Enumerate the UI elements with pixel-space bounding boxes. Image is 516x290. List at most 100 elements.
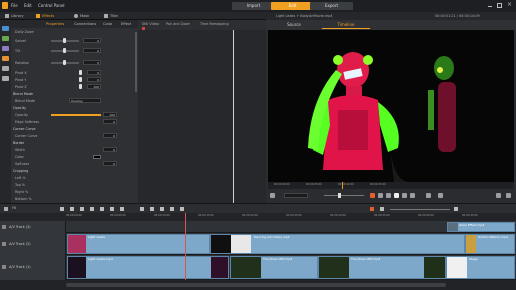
mosaic-icon[interactable] bbox=[160, 207, 164, 211]
subtab-connections[interactable]: Connections bbox=[74, 22, 96, 26]
lock-icon[interactable] bbox=[2, 225, 6, 229]
timeline-zoom-slider[interactable] bbox=[390, 209, 450, 210]
rotation-slider-knob[interactable] bbox=[63, 60, 66, 65]
loop-icon[interactable] bbox=[426, 193, 431, 198]
rotation-value[interactable]: 0 bbox=[83, 60, 101, 65]
redo-icon[interactable] bbox=[70, 207, 74, 211]
tab-title[interactable]: Title bbox=[110, 12, 118, 20]
keyframe-playhead[interactable] bbox=[233, 30, 234, 213]
softness-value[interactable]: 0 bbox=[103, 161, 117, 166]
pivot-y-value[interactable]: 0 bbox=[87, 77, 101, 82]
tilt-value[interactable]: 0 bbox=[83, 48, 101, 53]
tab-effects[interactable]: Effects bbox=[42, 12, 54, 20]
section-corner-curve[interactable]: Corner Curve bbox=[13, 126, 36, 132]
clip[interactable]: Golden Ribbon.mp4 bbox=[465, 234, 515, 254]
pivot-x-value[interactable]: 0 bbox=[87, 70, 101, 75]
clip[interactable]: Glare Effect.mp4 bbox=[447, 222, 515, 232]
zoom-dropdown[interactable] bbox=[284, 193, 308, 198]
next-frame-icon[interactable] bbox=[410, 193, 415, 198]
pan-zoom-label[interactable]: Pan and Zoom bbox=[166, 22, 190, 26]
color-tool-icon[interactable] bbox=[2, 36, 9, 41]
text-tool-icon[interactable] bbox=[2, 66, 9, 71]
subtab-properties[interactable]: Properties bbox=[46, 22, 64, 26]
crop-icon[interactable] bbox=[150, 207, 154, 211]
section-cropping[interactable]: Cropping bbox=[13, 168, 28, 174]
mark-in-icon[interactable] bbox=[370, 193, 375, 198]
maximize-icon[interactable] bbox=[497, 3, 502, 8]
swivel-slider-knob[interactable] bbox=[63, 38, 66, 43]
zoom-out-icon[interactable] bbox=[380, 207, 384, 211]
scrub-knob[interactable] bbox=[338, 193, 341, 198]
tab-source[interactable]: Source bbox=[270, 21, 318, 29]
timeline-menu-icon[interactable] bbox=[4, 207, 8, 211]
clip[interactable]: Stage bbox=[446, 256, 515, 279]
timeline-playhead[interactable] bbox=[185, 213, 186, 285]
freeze-icon[interactable] bbox=[170, 207, 174, 211]
forward-icon[interactable] bbox=[402, 193, 407, 198]
snapshot-icon[interactable] bbox=[140, 207, 144, 211]
swivel-value[interactable]: 0 bbox=[83, 38, 101, 43]
video-preview[interactable] bbox=[268, 30, 514, 182]
preview-playhead[interactable] bbox=[342, 182, 343, 189]
timeline-scrollbar[interactable] bbox=[0, 280, 516, 290]
clip[interactable]: Light Leaks bbox=[67, 234, 210, 254]
subtab-effect[interactable]: Effect bbox=[121, 22, 131, 26]
scrub-slider[interactable] bbox=[324, 195, 364, 196]
cut-icon[interactable] bbox=[80, 207, 84, 211]
properties-scrollbar[interactable] bbox=[135, 32, 137, 92]
close-icon[interactable]: × bbox=[507, 2, 512, 8]
fit-icon[interactable] bbox=[270, 193, 275, 198]
border-color-swatch[interactable] bbox=[93, 155, 101, 159]
opacity-slider[interactable] bbox=[51, 114, 101, 116]
edge-softness-value[interactable]: 0 bbox=[103, 119, 117, 124]
lock-icon[interactable] bbox=[2, 265, 6, 269]
border-width-value[interactable]: 0 bbox=[103, 147, 117, 152]
tab-library[interactable]: Library bbox=[11, 12, 24, 20]
speed-icon[interactable] bbox=[120, 207, 124, 211]
record-icon[interactable] bbox=[370, 207, 374, 211]
preview-ruler[interactable]: 00:00:00:00 00:00:05:00 00:00:10:00 00:0… bbox=[268, 182, 514, 189]
opacity-value[interactable]: 100 bbox=[103, 112, 117, 117]
keyframe-marker-icon[interactable] bbox=[142, 27, 145, 30]
menu-file[interactable]: File bbox=[11, 3, 18, 8]
clip[interactable]: Dancing Girl Video.mp4 bbox=[210, 234, 465, 254]
section-border[interactable]: Border bbox=[13, 140, 24, 146]
clip[interactable]: Light Leaks.mp4 bbox=[67, 256, 229, 279]
time-remap-label[interactable]: Time Remapping bbox=[200, 22, 229, 26]
section-blend-mode[interactable]: Blend Mode bbox=[13, 91, 33, 97]
volume-icon[interactable] bbox=[438, 193, 443, 198]
section-opacity[interactable]: Opacity bbox=[13, 105, 26, 111]
timeline-scroll-thumb[interactable] bbox=[66, 283, 446, 287]
blend-mode-select[interactable]: Overlay bbox=[69, 98, 101, 103]
corner-curve-value[interactable]: 0 bbox=[103, 133, 117, 138]
export-button[interactable]: Export bbox=[310, 2, 353, 10]
rewind-icon[interactable] bbox=[386, 193, 391, 198]
text-icon[interactable] bbox=[110, 207, 114, 211]
pen-tool-icon[interactable] bbox=[2, 76, 9, 81]
undo-icon[interactable] bbox=[60, 207, 64, 211]
timeline-ruler[interactable]: 00:00:00:00 00:00:05:00 00:00:10:00 00:0… bbox=[0, 213, 516, 221]
pivot-y-knob[interactable] bbox=[79, 77, 82, 82]
fit-label[interactable]: Fit bbox=[12, 206, 16, 210]
effect-tool-icon[interactable] bbox=[2, 46, 9, 51]
still-video-label[interactable]: Still Video bbox=[142, 22, 159, 26]
play-icon[interactable] bbox=[394, 193, 399, 198]
delete-icon[interactable] bbox=[90, 207, 94, 211]
marker-icon[interactable] bbox=[180, 207, 184, 211]
prev-frame-icon[interactable] bbox=[378, 193, 383, 198]
pivot-x-knob[interactable] bbox=[79, 70, 82, 75]
crop-tool-icon[interactable] bbox=[2, 56, 9, 61]
tab-mask[interactable]: Mask bbox=[80, 12, 89, 20]
subtab-color[interactable]: Color bbox=[103, 22, 112, 26]
edit-button[interactable]: Edit bbox=[271, 2, 314, 10]
settings-icon[interactable] bbox=[506, 193, 511, 198]
zoom-in-icon[interactable] bbox=[454, 207, 458, 211]
menu-control-panel[interactable]: Control Panel bbox=[38, 3, 65, 8]
minimize-icon[interactable] bbox=[488, 6, 492, 7]
clip[interactable]: The Show LED.mp4 bbox=[230, 256, 318, 279]
tab-timeline[interactable]: Timeline bbox=[322, 21, 370, 29]
tilt-slider-knob[interactable] bbox=[63, 48, 66, 53]
pivot-z-knob[interactable] bbox=[79, 84, 82, 89]
fullscreen-icon[interactable] bbox=[496, 193, 501, 198]
menu-edit[interactable]: Edit bbox=[24, 3, 32, 8]
